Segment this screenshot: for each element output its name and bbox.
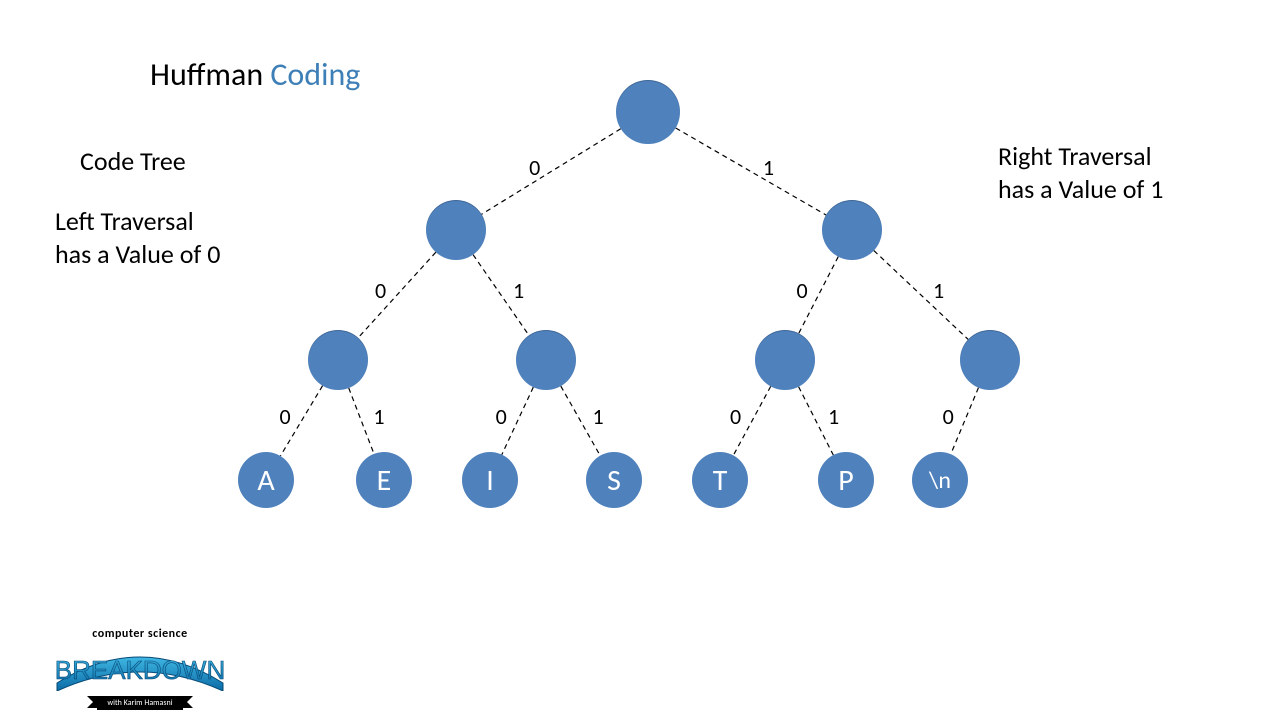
tree-leaf: I	[462, 452, 518, 508]
label-left-traversal: Left Traversal has a Value of 0	[55, 205, 220, 270]
logo-graphic: BREAKDOWN	[55, 641, 225, 691]
label-left-traversal-line2: has a Value of 0	[55, 238, 220, 271]
logo-sub-text: with Karim Hamasni	[107, 698, 172, 708]
label-code-tree: Code Tree	[80, 145, 186, 178]
tree-leaf: A	[238, 452, 294, 508]
logo-main-text: BREAKDOWN	[55, 655, 225, 685]
tree-leaf: S	[586, 452, 642, 508]
edge-label: 1	[933, 277, 944, 304]
edge-label: 1	[592, 403, 603, 430]
edge-line	[874, 251, 968, 340]
label-right-traversal-line2: has a Value of 1	[998, 173, 1163, 206]
tree-node	[616, 80, 680, 144]
edge-line	[676, 128, 826, 215]
title-word-1: Huffman	[150, 55, 270, 94]
edge-label: 0	[375, 277, 386, 304]
logo-top-text: computer science	[50, 627, 230, 641]
label-right-traversal-line1: Right Traversal	[998, 140, 1163, 173]
edge-line	[349, 388, 374, 454]
tree-leaf: T	[692, 452, 748, 508]
page-title: Huffman Coding	[150, 55, 360, 94]
edge-label: 0	[730, 403, 741, 430]
edge-label: 0	[279, 403, 290, 430]
logo-ribbon: with Karim Hamasni	[97, 696, 182, 710]
tree-node	[960, 330, 1020, 390]
edge-label: 1	[373, 403, 384, 430]
tree-node	[426, 200, 486, 260]
label-left-traversal-line1: Left Traversal	[55, 205, 220, 238]
logo-breakdown: computer science BREAKDOWN with Karim Ha…	[50, 627, 230, 710]
tree-node	[822, 200, 882, 260]
title-word-2: Coding	[270, 55, 360, 94]
edge-label: 0	[943, 403, 954, 430]
edge-line	[951, 388, 979, 454]
tree-node	[308, 330, 368, 390]
tree-node	[516, 330, 576, 390]
edge-label: 1	[828, 403, 839, 430]
edge-label: 1	[513, 277, 524, 304]
edge-label: 0	[797, 277, 808, 304]
label-right-traversal: Right Traversal has a Value of 1	[998, 140, 1163, 205]
tree-leaf: E	[356, 452, 412, 508]
edge-line	[358, 252, 436, 338]
tree-node	[755, 330, 815, 390]
edge-label: 1	[763, 154, 774, 181]
tree-leaf: \n	[912, 452, 968, 508]
edge-line	[482, 129, 621, 215]
edge-label: 0	[529, 154, 540, 181]
tree-leaf: P	[818, 452, 874, 508]
edge-label: 0	[496, 403, 507, 430]
